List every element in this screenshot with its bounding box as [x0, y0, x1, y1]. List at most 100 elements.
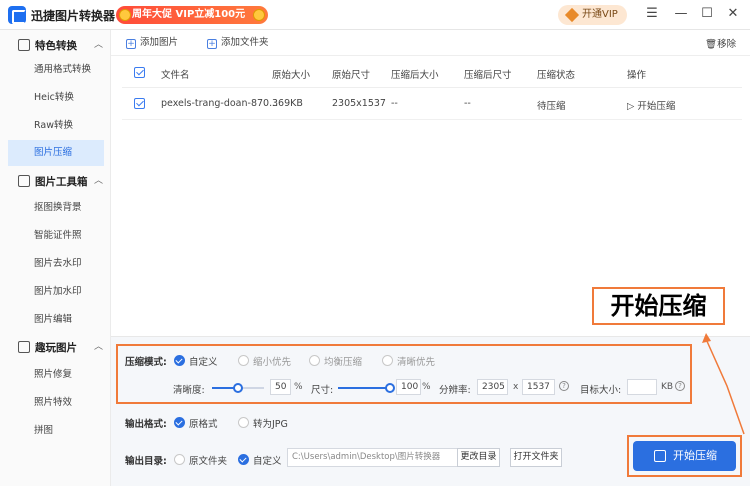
table-row[interactable]: pexels-trang-doan-870... 369KB 2305x1537…: [122, 88, 742, 120]
format-original-radio[interactable]: [174, 417, 185, 428]
sidebar-item-id-photo[interactable]: 智能证件照: [8, 223, 104, 249]
promo-text: 周年大促 VIP立减100元: [132, 9, 246, 20]
size-fill: [338, 387, 390, 389]
minimize-button[interactable]: —: [674, 7, 688, 21]
sidebar-item-collage[interactable]: 拼图: [8, 418, 104, 444]
sidebar: 特色转换 ︿ 通用格式转换 Heic转换 Raw转换 图片压缩 图片工具箱 ︿ …: [0, 30, 111, 486]
add-folder-label: 添加文件夹: [221, 37, 269, 48]
output-path-field[interactable]: C:\Users\admin\Desktop\图片转换器: [287, 448, 458, 467]
column-header: 原始尺寸: [332, 70, 371, 81]
mode-label: 压缩模式:: [125, 357, 167, 368]
mode-balanced-radio[interactable]: [309, 355, 320, 366]
clarity-label: 清晰度:: [173, 385, 205, 396]
help-icon[interactable]: ?: [675, 381, 685, 391]
sidebar-item-photo-repair[interactable]: 照片修复: [8, 362, 104, 388]
resolution-separator: x: [513, 382, 519, 392]
chevron-up-icon: ︿: [94, 176, 104, 186]
dir-custom-radio[interactable]: [238, 454, 249, 465]
sidebar-section-features[interactable]: 特色转换 ︿: [0, 35, 111, 55]
add-folder-button[interactable]: + 添加文件夹: [207, 36, 269, 50]
start-compress-button[interactable]: 开始压缩: [633, 441, 736, 471]
app-title: 迅捷图片转换器: [31, 9, 116, 23]
sidebar-item-photo-effects[interactable]: 照片特效: [8, 390, 104, 416]
mode-clear-radio[interactable]: [382, 355, 393, 366]
mode-small-label: 缩小优先: [253, 357, 292, 368]
remove-label: 移除: [717, 39, 737, 50]
coin-icon: [253, 9, 265, 21]
open-folder-button[interactable]: 打开文件夹: [510, 448, 562, 467]
column-header: 压缩状态: [537, 70, 576, 81]
coin-icon: [119, 9, 131, 21]
sidebar-item-add-watermark[interactable]: 图片加水印: [8, 279, 104, 305]
change-dir-button[interactable]: 更改目录: [457, 448, 500, 467]
resolution-width-input[interactable]: 2305: [477, 379, 508, 395]
size-slider[interactable]: [338, 383, 395, 393]
compressed-dimensions: --: [464, 98, 471, 109]
sidebar-item-compress[interactable]: 图片压缩: [8, 140, 104, 166]
plus-icon: +: [126, 39, 136, 49]
resolution-height-input[interactable]: 1537: [522, 379, 555, 395]
restore-button[interactable]: ☐: [700, 7, 714, 21]
sidebar-item-format-convert[interactable]: 通用格式转换: [8, 57, 104, 83]
column-header: 压缩后尺寸: [464, 70, 512, 81]
sidebar-item-edit[interactable]: 图片编辑: [8, 307, 104, 333]
row-start-button[interactable]: ▷ 开始压缩: [627, 98, 675, 112]
compressed-size: --: [391, 98, 398, 109]
app-logo-icon: [8, 6, 26, 24]
clarity-unit: %: [294, 382, 303, 392]
trash-icon: 🗑: [705, 39, 718, 50]
clarity-input[interactable]: 50: [270, 379, 291, 395]
clarity-slider[interactable]: [212, 383, 264, 393]
menu-icon[interactable]: ☰: [645, 7, 659, 21]
original-dimensions: 2305x1537: [332, 98, 386, 109]
format-jpg-radio[interactable]: [238, 417, 249, 428]
play-icon: ▷: [627, 101, 638, 112]
mode-clear-label: 清晰优先: [397, 357, 436, 368]
mode-small-radio[interactable]: [238, 355, 249, 366]
target-size-label: 目标大小:: [580, 385, 622, 396]
column-header: 压缩后大小: [391, 70, 439, 81]
size-input[interactable]: 100: [396, 379, 421, 395]
app-window: 迅捷图片转换器 周年大促 VIP立减100元 开通VIP ☰ — ☐ ✕ 特色转…: [0, 0, 750, 486]
sidebar-item-cutout[interactable]: 抠图换背景: [8, 195, 104, 221]
diamond-icon: [564, 7, 580, 23]
convert-icon: [18, 39, 30, 51]
vip-button[interactable]: 开通VIP: [558, 5, 627, 25]
vip-button-label: 开通VIP: [582, 9, 618, 20]
resolution-label: 分辨率:: [439, 385, 471, 396]
sidebar-section-toolbox[interactable]: 图片工具箱 ︿: [0, 171, 111, 191]
toolbar: + 添加图片 + 添加文件夹: [111, 30, 750, 56]
dir-custom-label: 自定义: [253, 456, 282, 467]
dir-original-radio[interactable]: [174, 454, 185, 465]
help-icon[interactable]: ?: [559, 381, 569, 391]
mode-custom-radio[interactable]: [174, 355, 185, 366]
sidebar-item-heic[interactable]: Heic转换: [8, 85, 104, 111]
size-knob[interactable]: [385, 383, 395, 393]
select-all-checkbox[interactable]: [134, 67, 145, 78]
mode-custom-label: 自定义: [189, 357, 218, 368]
sidebar-item-remove-watermark[interactable]: 图片去水印: [8, 251, 104, 277]
sidebar-section-fun[interactable]: 趣玩图片 ︿: [0, 337, 111, 357]
section-label: 趣玩图片: [35, 342, 77, 354]
target-size-input[interactable]: [627, 379, 657, 395]
sidebar-item-raw[interactable]: Raw转换: [8, 113, 104, 139]
format-jpg-label: 转为JPG: [253, 419, 288, 430]
remove-button[interactable]: 🗑移除: [705, 36, 736, 50]
clarity-knob[interactable]: [233, 383, 243, 393]
section-label: 图片工具箱: [35, 176, 88, 188]
add-image-label: 添加图片: [140, 37, 179, 48]
folder-plus-icon: +: [207, 39, 217, 49]
toolbox-icon: [18, 175, 30, 187]
output-format-label: 输出格式:: [125, 419, 167, 430]
file-name: pexels-trang-doan-870...: [161, 98, 279, 109]
table-header: 文件名 原始大小 原始尺寸 压缩后大小 压缩后尺寸 压缩状态 操作: [122, 58, 742, 88]
size-unit: %: [422, 382, 431, 392]
add-image-button[interactable]: + 添加图片: [126, 36, 178, 50]
title-bar: 迅捷图片转换器 周年大促 VIP立减100元 开通VIP ☰ — ☐ ✕: [0, 0, 750, 30]
close-button[interactable]: ✕: [726, 7, 740, 21]
section-label: 特色转换: [35, 40, 77, 52]
promo-banner[interactable]: 周年大促 VIP立减100元: [116, 6, 268, 24]
row-checkbox[interactable]: [134, 98, 145, 109]
dir-original-label: 原文件夹: [189, 456, 228, 467]
swap-icon: [654, 450, 666, 462]
